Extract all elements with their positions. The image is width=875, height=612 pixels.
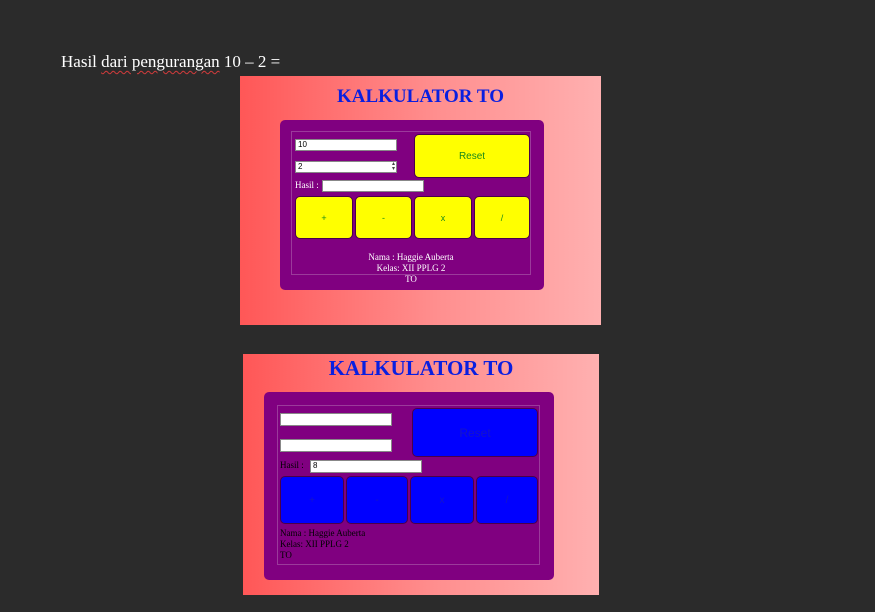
reset-button[interactable]: Reset — [412, 408, 538, 457]
first-number-input[interactable]: 10 — [295, 139, 397, 151]
divide-button[interactable]: / — [474, 196, 530, 239]
result-field[interactable] — [322, 180, 424, 192]
question-prefix: Hasil — [61, 52, 102, 71]
first-number-input[interactable] — [280, 413, 392, 426]
add-button[interactable]: + — [280, 476, 344, 524]
second-number-input[interactable]: 2 ▴ ▾ — [295, 161, 397, 173]
calculator-table: 10 2 ▴ ▾ Reset Hasil : + - x / Nama : Hag… — [291, 131, 531, 284]
author-class: Kelas: XII PPLG 2 — [376, 263, 446, 273]
author-info: Nama : Haggie Auberta Kelas: XII PPLG 2 … — [280, 528, 365, 561]
document-question: Hasil dari pengurangan 10 – 2 = — [61, 52, 280, 72]
calculator-screenshot-1: KALKULATOR TO 10 2 ▴ ▾ Reset Hasil : + - … — [240, 76, 601, 325]
calculator-title: KALKULATOR TO — [336, 86, 504, 107]
author-name: Nama : Haggie Auberta — [368, 252, 454, 262]
second-number-value: 2 — [298, 162, 303, 171]
author-tag: TO — [280, 550, 292, 560]
calculator-panel: Reset Hasil : 8 + - x / Nama : Haggie Au… — [264, 392, 554, 580]
calculator-title: KALKULATOR TO — [328, 356, 514, 380]
multiply-button[interactable]: x — [410, 476, 474, 524]
author-name: Nama : Haggie Auberta — [280, 528, 366, 538]
result-field[interactable]: 8 — [310, 460, 422, 473]
calculator-screenshot-2: KALKULATOR TO Reset Hasil : 8 + - x / Na… — [243, 354, 599, 595]
reset-button[interactable]: Reset — [414, 134, 530, 178]
subtract-button[interactable]: - — [355, 196, 412, 239]
calculator-panel: 10 2 ▴ ▾ Reset Hasil : + - x / Nama : Hag… — [280, 120, 544, 290]
second-number-input[interactable] — [280, 439, 392, 452]
hasil-label: Hasil : — [280, 460, 304, 470]
calculator-table: Reset Hasil : 8 + - x / Nama : Haggie Au… — [277, 405, 540, 565]
author-class: Kelas: XII PPLG 2 — [280, 539, 349, 549]
multiply-button[interactable]: x — [414, 196, 472, 239]
add-button[interactable]: + — [295, 196, 353, 239]
author-info: Nama : Haggie Auberta Kelas: XII PPLG 2 … — [292, 252, 530, 285]
spinner-arrows-icon[interactable]: ▴ ▾ — [392, 161, 395, 172]
divide-button[interactable]: / — [476, 476, 538, 524]
question-suffix: 10 – 2 = — [219, 52, 281, 71]
hasil-label: Hasil : — [295, 180, 319, 190]
subtract-button[interactable]: - — [346, 476, 408, 524]
author-tag: TO — [405, 274, 417, 284]
question-spellcheck-text: dari pengurangan — [101, 52, 220, 71]
